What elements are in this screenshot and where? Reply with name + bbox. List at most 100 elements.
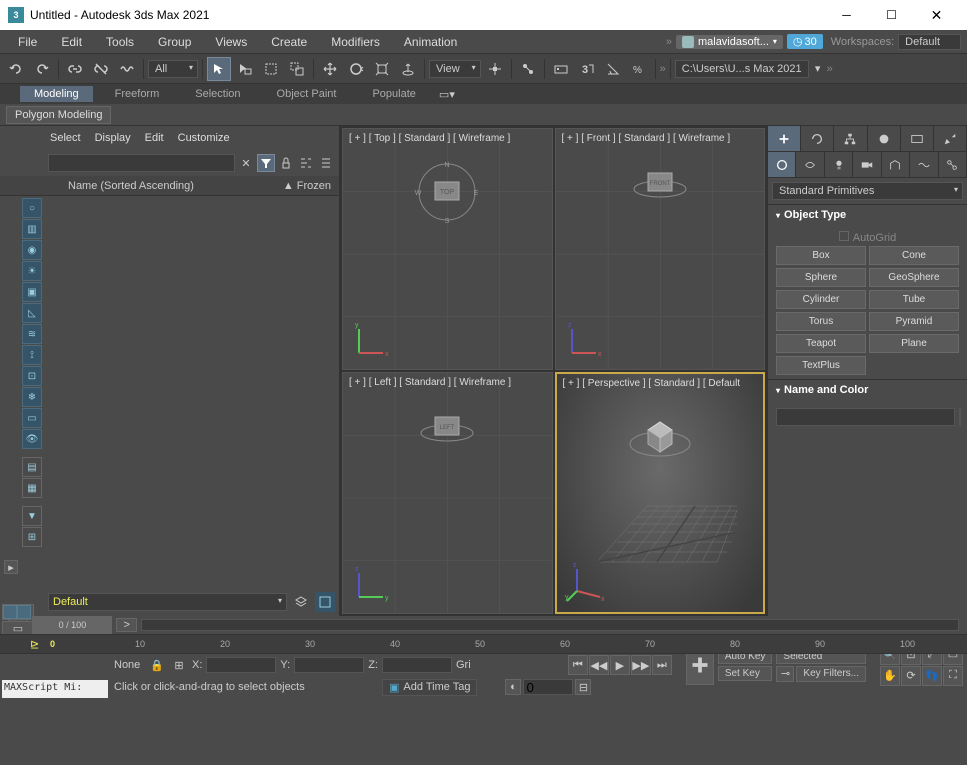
layer-set-dropdown[interactable]: Default	[48, 593, 287, 611]
z-coord-input[interactable]	[382, 657, 452, 673]
selection-filter-dropdown[interactable]: All	[148, 60, 198, 78]
x-coord-input[interactable]	[206, 657, 276, 673]
viewcube-front[interactable]: FRONT	[625, 157, 695, 207]
time-slider-next[interactable]: >	[116, 618, 136, 632]
viewport-front[interactable]: [ + ] [ Front ] [ Standard ] [ Wireframe…	[555, 128, 766, 370]
primitive-cone[interactable]: Cone	[869, 246, 959, 265]
close-button[interactable]: ✕	[914, 1, 959, 29]
primitive-textplus[interactable]: TextPlus	[776, 356, 866, 375]
menu-edit[interactable]: Edit	[49, 32, 94, 52]
select-rotate-button[interactable]	[344, 57, 368, 81]
filter-container-icon[interactable]: ⊡	[22, 366, 42, 386]
path-dropdown-button[interactable]: ▾	[811, 57, 825, 81]
menu-views[interactable]: Views	[203, 32, 259, 52]
primitive-plane[interactable]: Plane	[869, 334, 959, 353]
sync-selection-button[interactable]	[317, 154, 335, 172]
snap-button[interactable]: 3	[575, 57, 599, 81]
y-coord-input[interactable]	[294, 657, 364, 673]
undo-button[interactable]	[4, 57, 28, 81]
select-place-button[interactable]	[396, 57, 420, 81]
tab-utilities[interactable]	[934, 126, 967, 151]
expand-strip-button[interactable]: ▸	[4, 560, 18, 574]
viewport-top[interactable]: [ + ] [ Top ] [ Standard ] [ Wireframe ]…	[342, 128, 553, 370]
tab-create[interactable]	[768, 126, 801, 151]
cat-helpers[interactable]	[882, 152, 910, 177]
unlink-button[interactable]	[89, 57, 113, 81]
se-menu-edit[interactable]: Edit	[145, 132, 164, 144]
menu-create[interactable]: Create	[259, 32, 319, 52]
filter-group2-icon[interactable]: ▦	[22, 478, 42, 498]
time-slider-track[interactable]	[141, 619, 959, 631]
viewport-layout-quad[interactable]	[2, 604, 34, 620]
ribbon-tab-selection[interactable]: Selection	[181, 86, 254, 102]
select-by-name-button[interactable]	[233, 57, 257, 81]
filter-button[interactable]	[257, 154, 275, 172]
goto-end-button[interactable]: ⏭	[652, 655, 672, 675]
maximize-button[interactable]: ☐	[869, 1, 914, 29]
viewport-front-label[interactable]: [ + ] [ Front ] [ Standard ] [ Wireframe…	[562, 133, 731, 144]
filter-expand-icon[interactable]: ▼	[22, 506, 42, 526]
prev-frame-button[interactable]: ◀◀	[589, 655, 609, 675]
menu-file[interactable]: File	[6, 32, 49, 52]
angle-snap-button[interactable]	[601, 57, 625, 81]
menu-group[interactable]: Group	[146, 32, 203, 52]
primitive-sphere[interactable]: Sphere	[776, 268, 866, 287]
primitive-box[interactable]: Box	[776, 246, 866, 265]
filter-visible-icon[interactable]: 👁	[22, 429, 42, 449]
select-move-button[interactable]	[318, 57, 342, 81]
minimize-button[interactable]: ─	[824, 1, 869, 29]
autogrid-checkbox[interactable]: AutoGrid	[776, 229, 959, 246]
primitive-cylinder[interactable]: Cylinder	[776, 290, 866, 309]
tab-motion[interactable]	[868, 126, 901, 151]
filter-helpers-icon[interactable]: ◺	[22, 303, 42, 323]
next-frame-button[interactable]: ▶▶	[631, 655, 651, 675]
filter-frozen-icon[interactable]: ❄	[22, 387, 42, 407]
scene-list-header[interactable]: Name (Sorted Ascending) ▲ Frozen	[0, 176, 339, 196]
object-name-input[interactable]	[776, 408, 955, 426]
play-button[interactable]: ▶	[610, 655, 630, 675]
ribbon-tab-modeling[interactable]: Modeling	[20, 86, 93, 102]
menu-tools[interactable]: Tools	[94, 32, 146, 52]
menu-animation[interactable]: Animation	[392, 32, 469, 52]
tab-modify[interactable]	[801, 126, 834, 151]
scene-list[interactable]	[44, 196, 339, 588]
filter-group1-icon[interactable]: ▤	[22, 457, 42, 477]
select-object-button[interactable]	[207, 57, 231, 81]
primitive-teapot[interactable]: Teapot	[776, 334, 866, 353]
viewcube-left[interactable]: LEFT	[412, 401, 482, 451]
goto-start-button[interactable]: ⏮	[568, 655, 588, 675]
current-frame-input[interactable]	[523, 679, 573, 695]
filter-hidden-icon[interactable]: ▭	[22, 408, 42, 428]
filter-shapes-icon[interactable]: ◉	[22, 240, 42, 260]
redo-button[interactable]	[30, 57, 54, 81]
selection-set-button[interactable]: ⊞	[170, 656, 188, 674]
use-pivot-button[interactable]	[483, 57, 507, 81]
se-menu-select[interactable]: Select	[50, 132, 81, 144]
cat-cameras[interactable]	[853, 152, 881, 177]
rollout-head-objtype[interactable]: Object Type	[768, 205, 967, 225]
select-scale-button[interactable]	[370, 57, 394, 81]
primitive-tube[interactable]: Tube	[869, 290, 959, 309]
viewport-left-label[interactable]: [ + ] [ Left ] [ Standard ] [ Wireframe …	[349, 377, 511, 388]
time-slider-handle[interactable]: 0 / 100	[32, 616, 112, 634]
primitive-torus[interactable]: Torus	[776, 312, 866, 331]
filter-geometry-icon[interactable]: ▥	[22, 219, 42, 239]
add-time-tag-button[interactable]: ▣ Add Time Tag	[382, 679, 477, 696]
primitive-geosphere[interactable]: GeoSphere	[869, 268, 959, 287]
viewport-perspective-label[interactable]: [ + ] [ Perspective ] [ Standard ] [ Def…	[563, 378, 741, 389]
viewport-top-label[interactable]: [ + ] [ Top ] [ Standard ] [ Wireframe ]	[349, 133, 510, 144]
viewport-perspective[interactable]: [ + ] [ Perspective ] [ Standard ] [ Def…	[555, 372, 766, 614]
window-crossing-button[interactable]	[285, 57, 309, 81]
viewcube-top[interactable]: TOP N S E W	[412, 157, 482, 227]
lock-button[interactable]	[277, 154, 295, 172]
ribbon-tab-freeform[interactable]: Freeform	[101, 86, 174, 102]
filter-lights-icon[interactable]: ☀	[22, 261, 42, 281]
rollout-head-namecolor[interactable]: Name and Color	[768, 380, 967, 400]
percent-snap-button[interactable]: %	[627, 57, 651, 81]
project-path-field[interactable]: C:\Users\U...s Max 2021	[675, 60, 809, 78]
ribbon-tab-populate[interactable]: Populate	[358, 86, 429, 102]
ref-coord-dropdown[interactable]: View	[429, 60, 481, 78]
tab-hierarchy[interactable]	[834, 126, 867, 151]
viewport-left[interactable]: [ + ] [ Left ] [ Standard ] [ Wireframe …	[342, 372, 553, 614]
polygon-modeling-panel[interactable]: Polygon Modeling	[6, 106, 111, 124]
